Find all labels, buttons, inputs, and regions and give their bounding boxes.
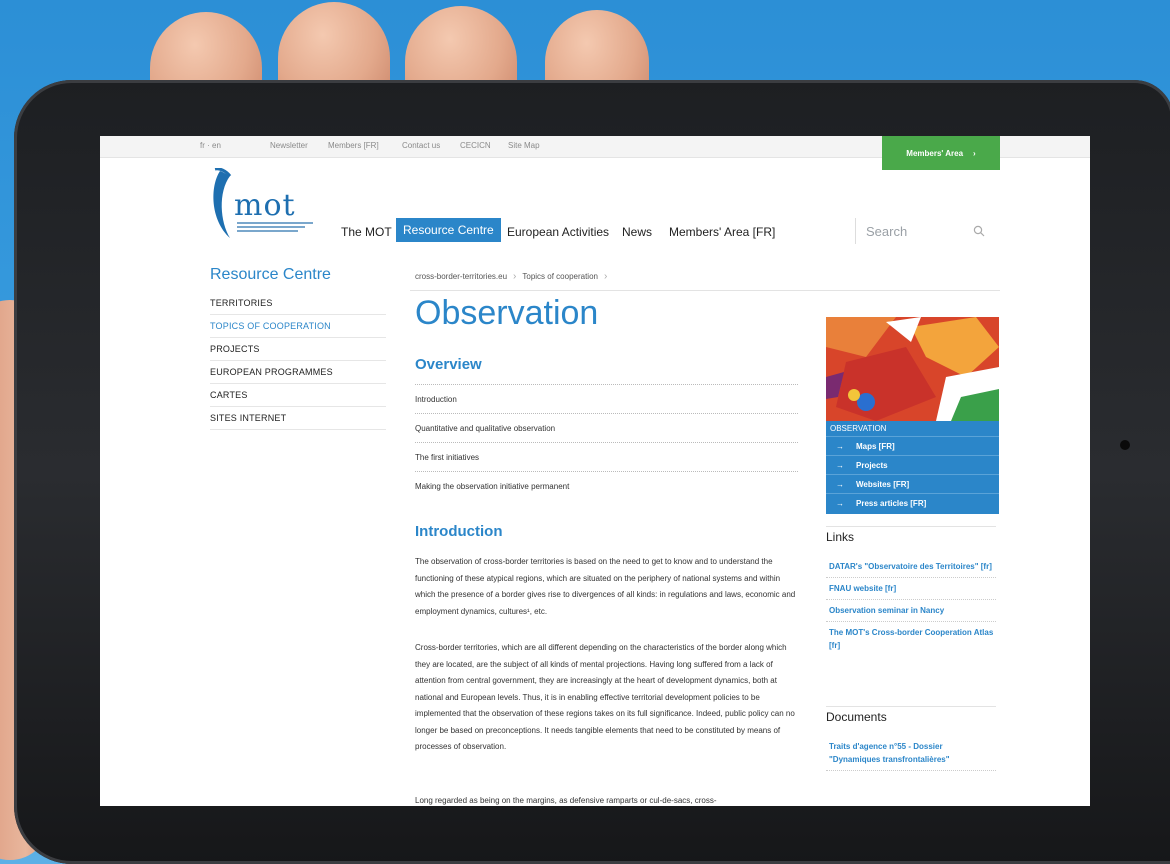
nav-european-activities[interactable]: European Activities	[507, 225, 609, 239]
overview-link-first-initiatives[interactable]: The first initiatives	[415, 442, 798, 471]
util-link-newsletter[interactable]: Newsletter	[270, 141, 308, 150]
util-link-members[interactable]: Members [FR]	[328, 141, 379, 150]
chevron-right-icon: ›	[513, 271, 517, 282]
link-observation-seminar[interactable]: Observation seminar in Nancy	[826, 600, 996, 622]
page-title: Observation	[415, 294, 599, 332]
breadcrumb: cross-border-territories.eu › Topics of …	[415, 271, 607, 282]
observation-link-label: Projects	[856, 460, 888, 470]
language-switch[interactable]: fr · en	[200, 141, 221, 150]
sidebar-item-sites-internet[interactable]: SITES INTERNET	[210, 407, 386, 430]
chevron-right-icon: ›	[973, 148, 976, 158]
arrow-right-icon: →	[836, 441, 844, 451]
document-traits-dagence[interactable]: Traits d'agence n°55 - Dossier "Dynamiqu…	[826, 736, 996, 771]
introduction-heading: Introduction	[415, 523, 503, 540]
sidebar-item-topics-of-cooperation[interactable]: TOPICS OF COOPERATION	[210, 315, 386, 338]
documents-heading: Documents	[826, 710, 887, 724]
nav-news[interactable]: News	[622, 225, 652, 239]
links-list: DATAR's "Observatoire des Territoires" […	[826, 556, 996, 656]
observation-menu: OBSERVATION → Maps [FR] → Projects → Web…	[826, 421, 999, 514]
link-mot-atlas[interactable]: The MOT's Cross-border Cooperation Atlas…	[826, 622, 996, 656]
overview-list: Introduction Quantitative and qualitativ…	[415, 384, 798, 500]
tablet-screen: fr · en Newsletter Members [FR] Contact …	[100, 136, 1090, 806]
observation-menu-title: OBSERVATION	[826, 421, 999, 437]
nav-the-mot[interactable]: The MOT	[341, 225, 392, 239]
arrow-right-icon: →	[836, 479, 844, 489]
link-datar-observatoire[interactable]: DATAR's "Observatoire des Territoires" […	[826, 556, 996, 578]
tablet-camera	[1120, 440, 1130, 450]
logo-tagline	[237, 222, 313, 232]
sidebar-item-european-programmes[interactable]: EUROPEAN PROGRAMMES	[210, 361, 386, 384]
members-area-button[interactable]: Members' Area ›	[882, 136, 1000, 170]
introduction-paragraph-3: Long regarded as being on the margins, a…	[415, 796, 717, 805]
search-placeholder: Search	[866, 223, 908, 239]
arrow-right-icon: →	[836, 460, 844, 470]
links-heading: Links	[826, 530, 855, 544]
sidebar-menu: TERRITORIES TOPICS OF COOPERATION PROJEC…	[210, 292, 386, 430]
util-link-cecicn[interactable]: CECICN	[460, 141, 491, 150]
observation-link-label: Press articles [FR]	[856, 499, 927, 508]
overview-heading: Overview	[415, 356, 482, 373]
nav-members-area[interactable]: Members' Area [FR]	[669, 225, 775, 239]
nav-resource-centre[interactable]: Resource Centre	[396, 218, 501, 242]
observation-link-press[interactable]: → Press articles [FR]	[826, 494, 999, 513]
sidebar-item-projects[interactable]: PROJECTS	[210, 338, 386, 361]
links-divider	[826, 526, 996, 527]
observation-link-websites[interactable]: → Websites [FR]	[826, 475, 999, 494]
util-link-sitemap[interactable]: Site Map	[508, 141, 540, 150]
link-fnau-website[interactable]: FNAU website [fr]	[826, 578, 996, 600]
introduction-paragraph-2: Cross-border territories, which are all …	[415, 643, 795, 751]
chevron-right-icon: ›	[603, 271, 608, 282]
overview-link-permanent[interactable]: Making the observation initiative perman…	[415, 471, 798, 500]
observation-thumbnail-image[interactable]	[826, 317, 999, 421]
sidebar-item-cartes[interactable]: CARTES	[210, 384, 386, 407]
util-link-contact[interactable]: Contact us	[402, 141, 440, 150]
header-divider	[410, 290, 1000, 291]
overview-link-introduction[interactable]: Introduction	[415, 384, 798, 413]
search-input[interactable]: Search	[855, 218, 995, 244]
observation-link-label: Maps [FR]	[856, 441, 895, 451]
breadcrumb-topics[interactable]: Topics of cooperation	[522, 272, 598, 281]
observation-link-projects[interactable]: → Projects	[826, 456, 999, 475]
sidebar-title: Resource Centre	[210, 266, 331, 283]
arrow-right-icon: →	[836, 499, 844, 508]
overview-link-quantitative[interactable]: Quantitative and qualitative observation	[415, 413, 798, 442]
observation-link-maps[interactable]: → Maps [FR]	[826, 437, 999, 456]
introduction-paragraph-1: The observation of cross-border territor…	[415, 557, 796, 616]
sidebar-item-territories[interactable]: TERRITORIES	[210, 292, 386, 315]
documents-divider	[826, 706, 996, 707]
documents-list: Traits d'agence n°55 - Dossier "Dynamiqu…	[826, 736, 996, 771]
observation-link-label: Websites [FR]	[856, 479, 910, 489]
members-area-label: Members' Area	[906, 148, 964, 158]
breadcrumb-home[interactable]: cross-border-territories.eu	[415, 272, 507, 281]
logo-wordmark[interactable]: mot	[234, 188, 296, 223]
search-icon[interactable]	[973, 225, 985, 237]
